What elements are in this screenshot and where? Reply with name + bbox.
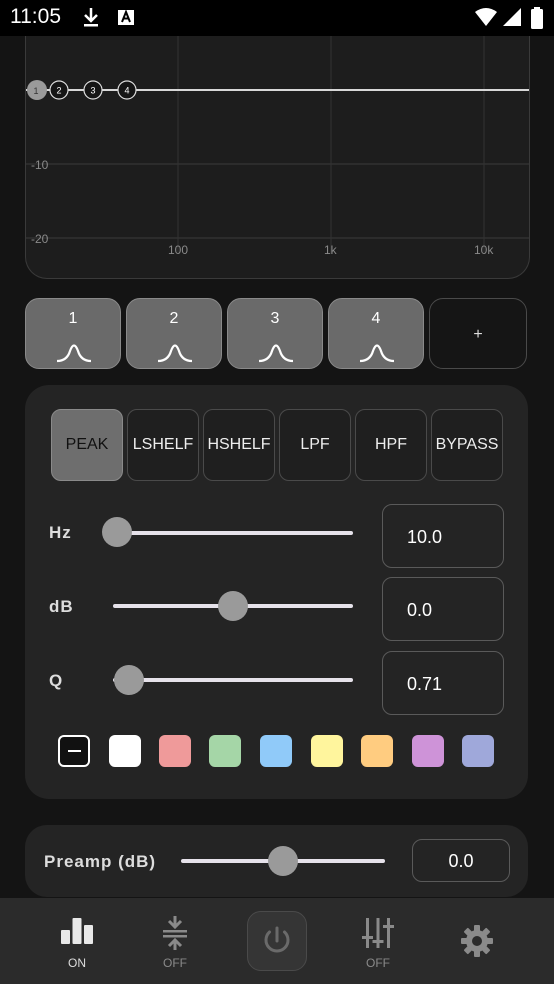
status-bar: 11:05	[0, 0, 554, 36]
eq-graph[interactable]: -10 -20 100 1k 10k 1 2 3 4	[25, 36, 530, 279]
color-swatch-white[interactable]	[109, 735, 141, 767]
band-number: 3	[270, 310, 280, 327]
preamp-label: Preamp (dB)	[44, 852, 157, 871]
battery-icon	[531, 7, 543, 29]
eq-graph-canvas: -10 -20 100 1k 10k 1 2 3 4	[26, 36, 529, 257]
q-slider-thumb[interactable]	[113, 665, 144, 695]
filter-type-lpf[interactable]: LPF	[279, 409, 351, 481]
nav-label: ON	[68, 956, 86, 970]
nav-label: OFF	[366, 956, 390, 970]
color-swatch-green[interactable]	[209, 735, 241, 767]
y-tick-label: -10	[31, 158, 49, 172]
compress-icon	[163, 916, 187, 950]
band-number: 1	[68, 310, 78, 327]
hz-slider-thumb[interactable]	[102, 517, 132, 547]
equalizer-sliders-icon	[362, 918, 394, 948]
status-time: 11:05	[10, 5, 61, 28]
peak-curve-icon	[157, 344, 193, 363]
db-slider-thumb[interactable]	[218, 591, 248, 621]
band-button-2[interactable]: 2	[126, 298, 222, 369]
filter-type-bypass[interactable]: BYPASS	[431, 409, 503, 481]
hz-label: Hz	[49, 523, 72, 542]
gear-icon	[461, 925, 493, 957]
nav-equalizer-settings-toggle[interactable]: OFF	[338, 898, 418, 984]
preamp-panel: Preamp (dB) 0.0	[25, 825, 528, 897]
add-band-button[interactable]: +	[429, 298, 527, 369]
band-button-1[interactable]: 1	[25, 298, 121, 369]
band-number: 4	[371, 310, 381, 327]
power-icon	[264, 926, 290, 953]
color-swatch-purple[interactable]	[412, 735, 444, 767]
wifi-icon	[475, 8, 497, 26]
preamp-value-field[interactable]: 0.0	[412, 839, 510, 882]
filter-type-hshelf[interactable]: HSHELF	[203, 409, 275, 481]
color-swatch-none[interactable]	[58, 735, 90, 767]
bar-chart-icon	[61, 918, 93, 944]
band-handle-label: 3	[91, 86, 96, 96]
band-handle-label: 1	[34, 86, 39, 96]
nav-label: OFF	[163, 956, 187, 970]
db-value-field[interactable]: 0.0	[382, 577, 504, 641]
filter-type-hpf[interactable]: HPF	[355, 409, 427, 481]
q-slider[interactable]	[113, 678, 353, 682]
peak-curve-icon	[258, 344, 294, 363]
filter-type-peak[interactable]: PEAK	[51, 409, 123, 481]
nav-equalizer-toggle[interactable]: ON	[37, 898, 117, 984]
bottom-nav: ON OFF OFF	[0, 898, 554, 984]
band-button-3[interactable]: 3	[227, 298, 323, 369]
band-handle-label: 2	[57, 86, 62, 96]
color-swatch-orange[interactable]	[361, 735, 393, 767]
x-tick-label: 100	[168, 243, 188, 257]
preamp-slider-thumb[interactable]	[268, 846, 298, 876]
hz-value-field[interactable]: 10.0	[382, 504, 504, 568]
peak-curve-icon	[359, 344, 395, 363]
q-label: Q	[49, 671, 64, 690]
nav-compressor-toggle[interactable]: OFF	[135, 898, 215, 984]
band-handle-label: 4	[125, 86, 130, 96]
peak-curve-icon	[56, 344, 92, 363]
download-icon	[84, 8, 98, 27]
y-tick-label: -20	[31, 232, 49, 246]
color-swatch-yellow[interactable]	[311, 735, 343, 767]
color-swatch-blue[interactable]	[260, 735, 292, 767]
hz-slider[interactable]	[113, 531, 353, 535]
filter-type-lshelf[interactable]: LSHELF	[127, 409, 199, 481]
band-button-4[interactable]: 4	[328, 298, 424, 369]
band-number: 2	[169, 310, 179, 327]
signal-icon	[503, 8, 521, 26]
db-label: dB	[49, 597, 74, 616]
color-swatch-red[interactable]	[159, 735, 191, 767]
color-swatch-indigo[interactable]	[462, 735, 494, 767]
nav-settings[interactable]	[437, 898, 517, 984]
x-tick-label: 10k	[474, 243, 494, 257]
band-settings-panel: PEAK LSHELF HSHELF LPF HPF BYPASS Hz 10.…	[25, 385, 528, 799]
q-value-field[interactable]: 0.71	[382, 651, 504, 715]
x-tick-label: 1k	[324, 243, 338, 257]
power-button[interactable]	[247, 911, 307, 971]
font-a-icon	[118, 9, 134, 25]
